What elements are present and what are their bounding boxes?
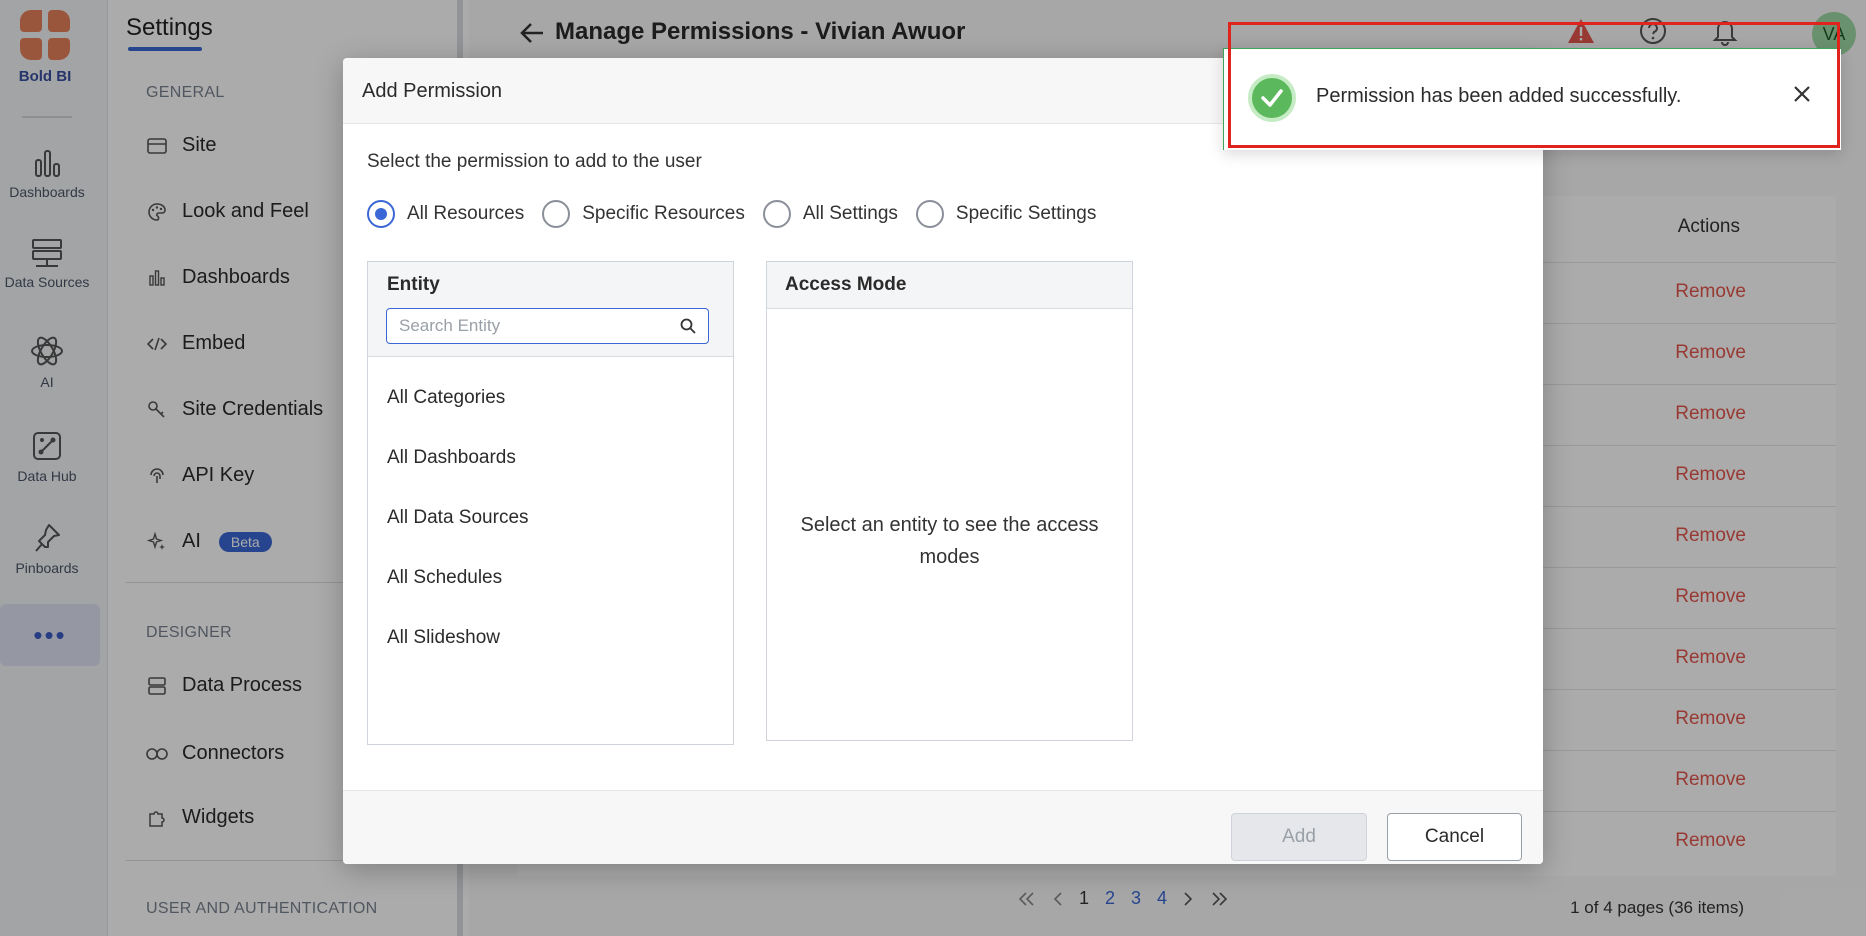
- radio-label: All Resources: [407, 203, 525, 224]
- dialog-footer: Add Cancel: [343, 790, 1543, 864]
- entity-panel-header: Entity: [368, 262, 733, 357]
- search-box: [386, 308, 709, 344]
- radio-dot[interactable]: [542, 200, 571, 228]
- add-permission-dialog: Add Permission Select the permission to …: [343, 58, 1543, 864]
- success-toast: Permission has been added successfully.: [1223, 48, 1841, 150]
- cancel-button[interactable]: Cancel: [1387, 813, 1522, 861]
- access-mode-header: Access Mode: [767, 262, 1132, 309]
- radio-dot[interactable]: [367, 200, 395, 228]
- search-icon[interactable]: [680, 318, 696, 334]
- access-mode-body: Select an entity to see the access modes: [767, 309, 1132, 740]
- radio-all-settings[interactable]: All Settings: [762, 200, 898, 228]
- radio-label: Specific Settings: [955, 203, 1097, 224]
- access-mode-empty-text: Select an entity to see the access modes: [800, 514, 1099, 568]
- entity-item-all-slideshow[interactable]: All Slideshow: [387, 627, 500, 649]
- add-button[interactable]: Add: [1231, 813, 1367, 861]
- entity-list: All Categories All Dashboards All Data S…: [368, 357, 733, 744]
- access-mode-label: Access Mode: [785, 274, 907, 295]
- toast-message: Permission has been added successfully.: [1316, 85, 1682, 107]
- dialog-title: Add Permission: [362, 80, 503, 102]
- search-entity-input[interactable]: [387, 309, 657, 343]
- permission-type-radios: All Resources Specific Resources All Set…: [367, 200, 1114, 228]
- entity-label: Entity: [387, 274, 440, 295]
- dialog-subtitle: Select the permission to add to the user: [367, 151, 702, 172]
- success-check-icon: [1248, 74, 1296, 122]
- radio-dot[interactable]: [915, 200, 944, 228]
- entity-item-all-data-sources[interactable]: All Data Sources: [387, 507, 529, 529]
- radio-label: All Settings: [802, 203, 898, 224]
- radio-specific-settings[interactable]: Specific Settings: [915, 200, 1097, 228]
- radio-label: Specific Resources: [582, 203, 745, 224]
- entity-item-all-schedules[interactable]: All Schedules: [387, 567, 502, 589]
- entity-item-all-categories[interactable]: All Categories: [387, 387, 505, 409]
- entity-item-all-dashboards[interactable]: All Dashboards: [387, 447, 516, 469]
- close-icon[interactable]: [1791, 83, 1813, 105]
- radio-specific-resources[interactable]: Specific Resources: [542, 200, 745, 228]
- access-mode-panel: Access Mode Select an entity to see the …: [766, 261, 1133, 741]
- radio-all-resources[interactable]: All Resources: [367, 200, 524, 228]
- radio-dot[interactable]: [762, 200, 791, 228]
- entity-panel: Entity All Categories All Dashboards All…: [367, 261, 734, 745]
